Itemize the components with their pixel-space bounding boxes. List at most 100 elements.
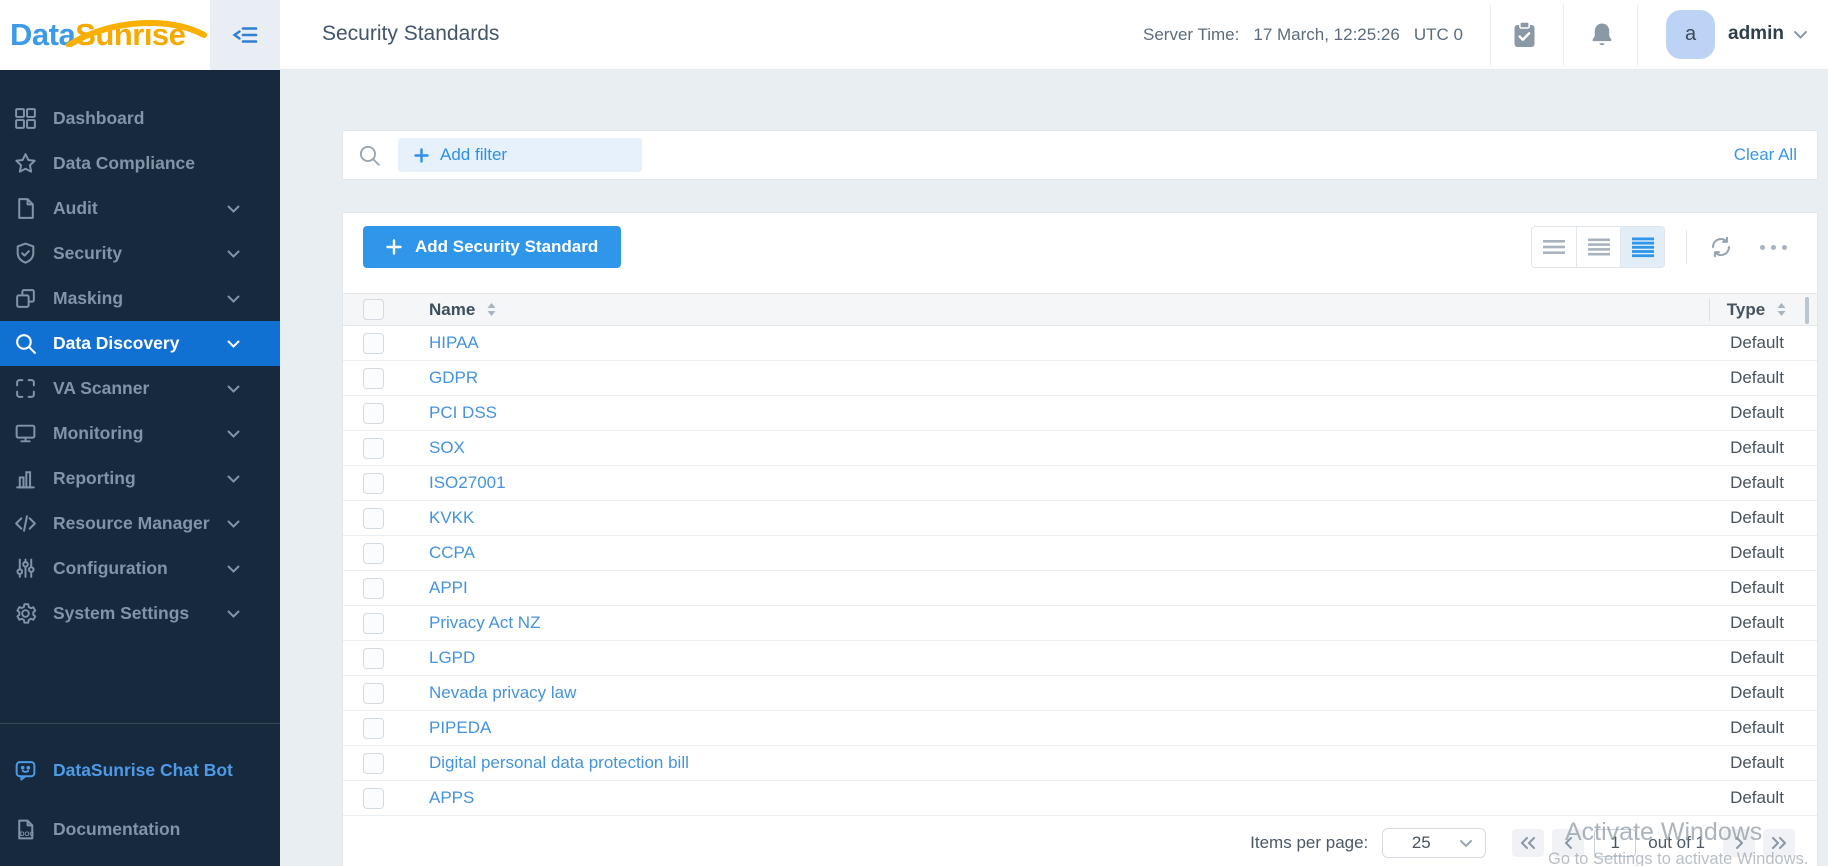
row-checkbox[interactable] — [363, 332, 384, 354]
app-logo[interactable]: DataSunrise — [10, 17, 207, 53]
add-filter-label: Add filter — [440, 145, 508, 164]
standard-link[interactable]: CCPA — [429, 543, 475, 562]
table-row[interactable]: PIPEDA Default — [343, 711, 1817, 746]
tasks-clipboard-icon[interactable] — [1511, 20, 1538, 50]
standard-link[interactable]: ISO27001 — [429, 473, 506, 492]
sidebar-item-label: Dashboard — [53, 108, 145, 128]
user-name[interactable]: admin — [1728, 23, 1784, 45]
last-page-button[interactable] — [1763, 829, 1795, 857]
search-icon — [12, 330, 39, 357]
chevron-down-icon — [227, 340, 240, 349]
row-checkbox[interactable] — [363, 787, 384, 809]
refresh-icon[interactable] — [1708, 234, 1734, 260]
add-security-standard-button[interactable]: Add Security Standard — [363, 226, 622, 268]
table-row[interactable]: Digital personal data protection bill Def… — [343, 746, 1817, 781]
table-row[interactable]: LGPD Default — [343, 641, 1817, 676]
more-actions-ellipsis-icon[interactable] — [1760, 244, 1787, 250]
standard-link[interactable]: PIPEDA — [429, 718, 491, 737]
table-row[interactable]: ISO27001 Default — [343, 466, 1817, 501]
lines-4-icon — [1587, 236, 1610, 258]
sidebar: Dashboard Data Compliance Audit Security… — [0, 70, 280, 866]
table-row[interactable]: Nevada privacy law Default — [343, 676, 1817, 711]
row-checkbox[interactable] — [363, 542, 384, 564]
sidebar-item-va-scanner[interactable]: VA Scanner — [0, 366, 280, 411]
sidebar-item-data-discovery[interactable]: Data Discovery — [0, 321, 280, 366]
type-value: Default — [1730, 368, 1784, 387]
sidebar-item-audit[interactable]: Audit — [0, 186, 280, 231]
chevron-right-icon — [1735, 837, 1743, 849]
sidebar-item-security[interactable]: Security — [0, 231, 280, 276]
row-checkbox[interactable] — [363, 472, 384, 494]
sidebar-collapse-button[interactable] — [210, 0, 280, 70]
standard-link[interactable]: LGPD — [429, 648, 475, 667]
code-brackets-icon — [12, 510, 39, 537]
table-row[interactable]: APPS Default — [343, 781, 1817, 816]
column-resize-handle[interactable] — [1805, 297, 1809, 324]
column-header-type[interactable]: Type — [1727, 300, 1787, 320]
sidebar-item-monitoring[interactable]: Monitoring — [0, 411, 280, 456]
sidebar-item-data-compliance[interactable]: Data Compliance — [0, 141, 280, 186]
row-checkbox[interactable] — [363, 437, 384, 459]
table-row[interactable]: SOX Default — [343, 431, 1817, 466]
sidebar-item-documentation[interactable]: DOC Documentation — [0, 807, 280, 851]
items-per-page-label: Items per page: — [1250, 833, 1369, 852]
sidebar-item-system-settings[interactable]: System Settings — [0, 591, 280, 636]
view-density-dense-button[interactable] — [1620, 227, 1664, 267]
table-row[interactable]: APPI Default — [343, 571, 1817, 606]
table-row[interactable]: GDPR Default — [343, 361, 1817, 396]
standard-link[interactable]: APPS — [429, 788, 474, 807]
previous-page-button[interactable] — [1552, 829, 1585, 857]
table-row[interactable]: CCPA Default — [343, 536, 1817, 571]
row-checkbox[interactable] — [363, 402, 384, 424]
next-page-button[interactable] — [1723, 829, 1755, 857]
standard-link[interactable]: Digital personal data protection bill — [429, 753, 689, 772]
table-row[interactable]: PCI DSS Default — [343, 396, 1817, 431]
sidebar-item-reporting[interactable]: Reporting — [0, 456, 280, 501]
row-checkbox[interactable] — [363, 612, 384, 634]
menu-fold-icon — [230, 20, 260, 50]
sidebar-item-dashboard[interactable]: Dashboard — [0, 96, 280, 141]
add-filter-button[interactable]: Add filter — [398, 138, 642, 172]
row-checkbox[interactable] — [363, 717, 384, 739]
table-row[interactable]: HIPAA Default — [343, 326, 1817, 361]
sort-icon[interactable] — [486, 302, 497, 317]
table-row[interactable]: KVKK Default — [343, 501, 1817, 536]
standard-link[interactable]: PCI DSS — [429, 403, 497, 422]
table-row[interactable]: Privacy Act NZ Default — [343, 606, 1817, 641]
row-checkbox[interactable] — [363, 507, 384, 529]
standard-link[interactable]: SOX — [429, 438, 465, 457]
clear-all-link[interactable]: Clear All — [1734, 145, 1797, 165]
type-value: Default — [1730, 473, 1784, 492]
standard-link[interactable]: HIPAA — [429, 333, 479, 352]
sidebar-item-masking[interactable]: Masking — [0, 276, 280, 321]
sidebar-item-resource-manager[interactable]: Resource Manager — [0, 501, 280, 546]
standard-link[interactable]: GDPR — [429, 368, 478, 387]
row-checkbox[interactable] — [363, 752, 384, 774]
items-per-page-select[interactable]: 25 — [1382, 828, 1487, 858]
type-value: Default — [1730, 403, 1784, 422]
view-density-medium-button[interactable] — [1576, 227, 1620, 267]
sort-icon[interactable] — [1776, 302, 1787, 317]
page-number-input[interactable] — [1594, 829, 1637, 857]
select-all-checkbox[interactable] — [363, 299, 384, 320]
standard-link[interactable]: KVKK — [429, 508, 474, 527]
user-avatar[interactable]: a — [1666, 10, 1715, 59]
lines-3-icon — [1543, 236, 1565, 258]
sidebar-item-configuration[interactable]: Configuration — [0, 546, 280, 591]
standard-link[interactable]: Privacy Act NZ — [429, 613, 540, 632]
first-page-button[interactable] — [1512, 829, 1545, 857]
server-time: Server Time: 17 March, 12:25:26 UTC 0 — [1143, 0, 1477, 70]
user-menu-chevron-down-icon[interactable] — [1793, 30, 1808, 40]
row-checkbox[interactable] — [363, 577, 384, 599]
scan-frame-icon — [12, 375, 39, 402]
notifications-bell-icon[interactable] — [1588, 20, 1616, 50]
sidebar-item-chat-bot[interactable]: DataSunrise Chat Bot — [0, 748, 280, 792]
row-checkbox[interactable] — [363, 647, 384, 669]
column-header-name[interactable]: Name — [429, 300, 497, 320]
view-density-toggle — [1531, 226, 1665, 268]
standard-link[interactable]: Nevada privacy law — [429, 683, 576, 702]
standard-link[interactable]: APPI — [429, 578, 468, 597]
row-checkbox[interactable] — [363, 367, 384, 389]
row-checkbox[interactable] — [363, 682, 384, 704]
view-density-loose-button[interactable] — [1532, 227, 1576, 267]
